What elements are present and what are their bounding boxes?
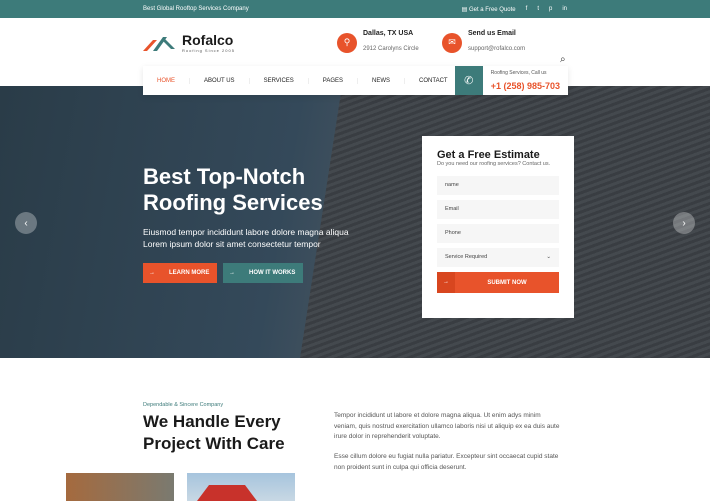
learn-more-button[interactable]: → LEARN MORE	[143, 263, 218, 283]
nav-news[interactable]: NEWS	[358, 77, 406, 84]
email-input[interactable]: Email	[437, 200, 559, 219]
arrow-right-icon: →	[149, 270, 155, 276]
hero-text: Eiusmod tempor incididunt labore dolore …	[143, 227, 349, 249]
nav-home[interactable]: HOME	[143, 77, 190, 84]
main-nav: HOME ABOUT US SERVICES PAGES NEWS CONTAC…	[143, 66, 568, 95]
twitter-icon[interactable]: t	[537, 6, 539, 12]
pinterest-icon[interactable]: p	[549, 6, 552, 12]
phone-icon: ✆	[454, 66, 483, 95]
service-select[interactable]: Service Required ⌄	[437, 248, 559, 267]
email-info: ✉ Send us Email support@rofalco.com	[442, 30, 525, 55]
location-pin-icon: ⚲	[337, 32, 357, 53]
slider-prev-button[interactable]: ‹	[15, 212, 37, 234]
nav-pages[interactable]: PAGES	[309, 77, 359, 84]
chat-icon: ✉	[442, 32, 462, 53]
name-input[interactable]: name	[437, 176, 559, 195]
phone-input[interactable]: Phone	[437, 224, 559, 243]
header: Rofalco Roofing Since 2005 ⚲ Dallas, TX U…	[0, 18, 710, 66]
hero-banner: Best Top-Notch Roofing Services Eiusmod …	[0, 86, 710, 358]
free-quote-link[interactable]: ▤ Get a Free Quote	[462, 6, 516, 13]
estimate-form: Get a Free Estimate Do you need our roof…	[422, 136, 574, 318]
worker-image	[66, 473, 174, 501]
slider-next-button[interactable]: ›	[673, 212, 695, 234]
roof-logo-icon	[143, 36, 175, 51]
section-title: We Handle Every Project With Care	[143, 412, 285, 453]
chevron-down-icon: ⌄	[546, 254, 551, 260]
arrow-right-icon: →	[437, 272, 455, 293]
red-roof-image	[187, 473, 295, 501]
how-it-works-button[interactable]: → HOW IT WORKS	[223, 263, 304, 283]
submit-button[interactable]: → SUBMIT NOW	[437, 272, 559, 293]
linkedin-icon[interactable]: in	[562, 6, 567, 12]
tagline: Best Global Rooftop Services Company	[143, 6, 249, 12]
hero-title: Best Top-Notch Roofing Services	[143, 164, 323, 215]
search-icon[interactable]: ⌕	[560, 54, 566, 65]
arrow-right-icon: →	[229, 270, 235, 276]
facebook-icon[interactable]: f	[526, 6, 528, 12]
top-bar: Best Global Rooftop Services Company ▤ G…	[0, 0, 710, 18]
location-info: ⚲ Dallas, TX USA 2912 Carolyns Circle	[337, 30, 419, 55]
nav-about[interactable]: ABOUT US	[190, 77, 250, 84]
nav-services[interactable]: SERVICES	[250, 77, 309, 84]
logo[interactable]: Rofalco Roofing Since 2005	[143, 32, 235, 53]
call-box[interactable]: ✆ Roofing Services, Call us +1 (258) 985-…	[454, 66, 568, 95]
nav-contact[interactable]: CONTACT	[405, 78, 462, 84]
